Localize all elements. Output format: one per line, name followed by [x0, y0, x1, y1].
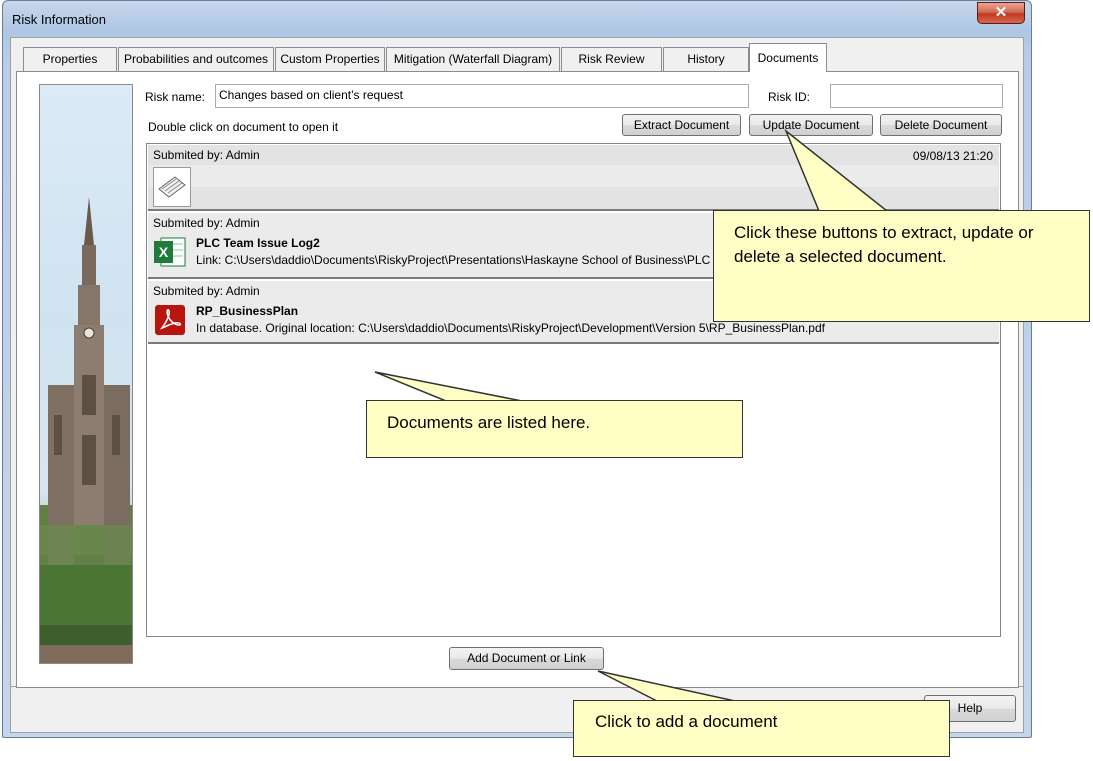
- callout-document-list: Documents are listed here.: [366, 400, 743, 458]
- callout-pointers: [374, 128, 890, 702]
- callout-buttons: Click these buttons to extract, update o…: [713, 210, 1090, 322]
- callout-buttons-text: Click these buttons to extract, update o…: [734, 223, 1034, 266]
- callout-add-document: Click to add a document: [573, 700, 950, 757]
- callout-list-text: Documents are listed here.: [387, 413, 591, 432]
- callout-add-text: Click to add a document: [595, 712, 778, 731]
